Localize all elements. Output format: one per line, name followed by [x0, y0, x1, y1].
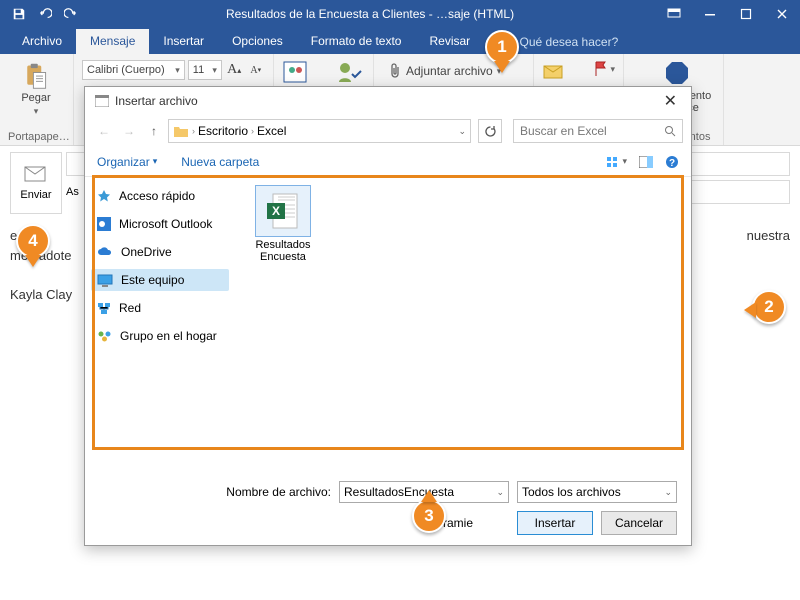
sidebar-quick-access[interactable]: Acceso rápido [91, 185, 229, 207]
tell-me-label: ¿Qué desea hacer? [512, 35, 618, 49]
addins-icon [662, 58, 692, 88]
font-name-combo[interactable]: Calibri (Cuerpo)▾ [82, 60, 185, 80]
send-button[interactable]: Enviar [10, 152, 62, 214]
clipboard-group: Pegar ▾ Portapape… [0, 54, 74, 145]
minimize-icon[interactable] [692, 0, 728, 28]
search-input[interactable]: Buscar en Excel [513, 119, 683, 143]
filetype-combo[interactable]: Todos los archivos⌄ [517, 481, 677, 503]
svg-text:?: ? [669, 158, 675, 169]
file-pane[interactable]: X ResultadosEncuesta [235, 177, 691, 471]
redo-icon[interactable] [58, 0, 84, 28]
send-label: Enviar [20, 189, 51, 201]
window-title: Resultados de la Encuesta a Clientes - …… [84, 7, 656, 21]
sidebar-this-pc[interactable]: Este equipo [91, 269, 229, 291]
ribbon-options-icon[interactable] [656, 0, 692, 28]
homegroup-icon [97, 330, 112, 343]
svg-text:X: X [272, 204, 280, 218]
folder-icon [173, 124, 189, 138]
dialog-titlebar: Insertar archivo ✕ [85, 87, 691, 115]
title-bar: Resultados de la Encuesta a Clientes - …… [0, 0, 800, 28]
window-controls [656, 0, 800, 28]
font-size-combo[interactable]: 11▾ [188, 60, 222, 80]
help-icon[interactable]: ? [665, 155, 679, 169]
organize-button[interactable]: Organizar ▾ [97, 155, 157, 169]
view-options-icon[interactable]: ▾ [606, 156, 627, 168]
callout-4: 4 [16, 224, 50, 268]
chevron-down-icon: ▾ [34, 106, 39, 117]
search-icon [664, 125, 676, 137]
breadcrumb[interactable]: › Escritorio › Excel ⌄ [168, 119, 471, 143]
dialog-footer: Nombre de archivo: ResultadosEncuesta⌄ T… [85, 471, 691, 545]
tab-insert[interactable]: Insertar [149, 29, 218, 54]
preview-pane-icon[interactable] [639, 156, 653, 168]
tab-format[interactable]: Formato de texto [297, 29, 416, 54]
insert-file-dialog: Insertar archivo ✕ ← → ↑ › Escritorio › … [84, 86, 692, 546]
tab-message[interactable]: Mensaje [76, 29, 149, 54]
network-icon [97, 302, 111, 315]
excel-file-icon: X [265, 191, 301, 231]
envelope-send-icon [23, 165, 49, 185]
check-names-icon[interactable] [335, 60, 365, 86]
address-book-icon[interactable] [282, 60, 312, 86]
flag-icon [593, 60, 609, 78]
cloud-icon [97, 246, 113, 258]
shrink-font-icon[interactable]: A▾ [246, 60, 265, 80]
tab-review[interactable]: Revisar [415, 29, 484, 54]
crumb-excel[interactable]: Excel [257, 124, 286, 138]
sidebar-onedrive[interactable]: OneDrive [91, 241, 229, 263]
dialog-nav: ← → ↑ › Escritorio › Excel ⌄ Buscar en E… [85, 115, 691, 147]
paste-label: Pegar [21, 92, 50, 104]
dialog-title: Insertar archivo [115, 94, 198, 108]
grow-font-icon[interactable]: A▴ [225, 60, 244, 80]
nav-up-icon[interactable]: ↑ [143, 120, 165, 142]
outlook-icon [97, 217, 111, 231]
tab-file[interactable]: Archivo [8, 29, 76, 54]
save-icon[interactable] [6, 0, 32, 28]
clipboard-group-label: Portapape… [8, 129, 65, 143]
quick-access-toolbar [0, 0, 84, 28]
monitor-icon [97, 274, 113, 287]
star-icon [97, 189, 111, 203]
sidebar-outlook[interactable]: Microsoft Outlook [91, 213, 229, 235]
nav-forward-icon[interactable]: → [118, 120, 140, 142]
crumb-desktop[interactable]: Escritorio [198, 124, 248, 138]
dialog-body: Acceso rápido Microsoft Outlook OneDrive… [85, 177, 691, 471]
search-placeholder: Buscar en Excel [520, 124, 607, 138]
file-resultados-encuesta[interactable]: X ResultadosEncuesta [243, 185, 323, 263]
paperclip-icon [388, 63, 402, 79]
close-icon[interactable] [764, 0, 800, 28]
ribbon-tabs: Archivo Mensaje Insertar Opciones Format… [0, 28, 800, 54]
callout-2: 2 [752, 290, 786, 334]
nav-back-icon[interactable]: ← [93, 120, 115, 142]
callout-3: 3 [412, 493, 446, 537]
undo-icon[interactable] [32, 0, 58, 28]
dialog-toolbar: Organizar ▾ Nueva carpeta ▾ ? [85, 147, 691, 177]
insert-button[interactable]: Insertar [517, 511, 593, 535]
maximize-icon[interactable] [728, 0, 764, 28]
callout-1: 1 [485, 30, 519, 74]
dialog-close-icon[interactable]: ✕ [658, 91, 683, 111]
filename-label: Nombre de archivo: [226, 485, 331, 499]
dialog-icon [95, 95, 109, 107]
follow-up-button[interactable]: ▾ [593, 60, 615, 78]
sidebar-network[interactable]: Red [91, 297, 229, 319]
refresh-icon[interactable] [478, 119, 502, 143]
paste-button[interactable]: Pegar ▾ [8, 58, 64, 117]
new-folder-button[interactable]: Nueva carpeta [181, 155, 259, 169]
assign-policy-icon[interactable] [542, 60, 568, 82]
nav-pane: Acceso rápido Microsoft Outlook OneDrive… [85, 177, 235, 471]
tab-options[interactable]: Opciones [218, 29, 297, 54]
attach-file-label: Adjuntar archivo [406, 64, 493, 78]
cancel-button[interactable]: Cancelar [601, 511, 677, 535]
sidebar-homegroup[interactable]: Grupo en el hogar [91, 325, 229, 347]
